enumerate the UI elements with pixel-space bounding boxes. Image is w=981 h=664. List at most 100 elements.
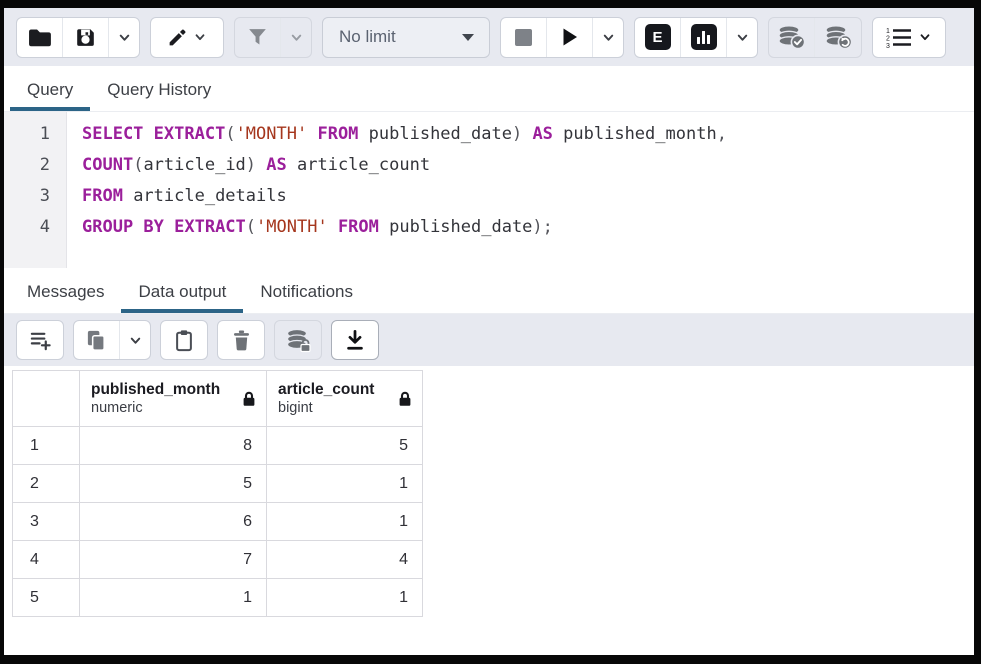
explain-button-group: E	[634, 17, 758, 58]
column-header-published-month[interactable]: published_month numeric	[80, 371, 267, 427]
data-cell[interactable]: 5	[80, 465, 267, 503]
tab-messages[interactable]: Messages	[10, 268, 121, 313]
code-area[interactable]: 1SELECT EXTRACT('MONTH' FROM published_d…	[4, 112, 974, 243]
query-tool-window: No limit E	[4, 8, 974, 655]
chevron-down-icon	[128, 333, 143, 348]
tab-data-output[interactable]: Data output	[121, 268, 243, 313]
data-cell[interactable]: 8	[80, 427, 267, 465]
chevron-down-icon	[735, 30, 750, 45]
numbered-list-icon: 1 2 3	[886, 26, 913, 48]
svg-text:2: 2	[886, 36, 890, 43]
trash-icon	[231, 329, 252, 352]
database-lock-icon	[285, 328, 312, 353]
lock-icon	[398, 391, 412, 407]
row-limit-dropdown[interactable]: No limit	[322, 17, 490, 58]
commit-button[interactable]	[769, 18, 815, 57]
data-cell[interactable]: 1	[267, 465, 423, 503]
query-tabbar: Query Query History	[4, 66, 974, 112]
save-icon	[75, 27, 96, 48]
data-cell[interactable]: 1	[267, 579, 423, 617]
svg-text:1: 1	[886, 28, 890, 35]
data-cell[interactable]: 1	[267, 503, 423, 541]
code-text: SELECT EXTRACT('MONTH' FROM published_da…	[66, 119, 727, 150]
row-number-cell[interactable]: 1	[13, 427, 80, 465]
column-header-article-count[interactable]: article_count bigint	[267, 371, 423, 427]
result-table: published_month numeric	[12, 370, 423, 617]
row-number-cell[interactable]: 5	[13, 579, 80, 617]
execute-button-group	[500, 17, 624, 58]
download-icon	[344, 329, 366, 352]
svg-text:3: 3	[886, 43, 890, 48]
add-row-button[interactable]	[17, 321, 63, 359]
execute-button[interactable]	[547, 18, 593, 57]
tab-query-history[interactable]: Query History	[90, 66, 228, 111]
query-toolbar: No limit E	[4, 8, 974, 66]
data-cell[interactable]: 4	[267, 541, 423, 579]
open-file-button[interactable]	[17, 18, 63, 57]
explain-options-button[interactable]	[727, 18, 757, 57]
copy-options-button[interactable]	[120, 321, 150, 359]
code-line[interactable]: 3FROM article_details	[4, 181, 974, 212]
data-cell[interactable]: 1	[80, 579, 267, 617]
edit-button[interactable]	[151, 18, 223, 57]
table-row: 185	[13, 427, 423, 465]
data-cell[interactable]: 5	[267, 427, 423, 465]
table-row: 361	[13, 503, 423, 541]
delete-button[interactable]	[218, 321, 264, 359]
sql-editor[interactable]: 1SELECT EXTRACT('MONTH' FROM published_d…	[4, 112, 974, 268]
save-data-group	[274, 320, 322, 360]
commit-icon	[777, 24, 806, 50]
code-text: FROM article_details	[66, 181, 287, 212]
header-row: published_month numeric	[13, 371, 423, 427]
row-number-cell[interactable]: 3	[13, 503, 80, 541]
line-number: 3	[4, 181, 66, 212]
file-button-group	[16, 17, 140, 58]
row-number-cell[interactable]: 4	[13, 541, 80, 579]
data-cell[interactable]: 7	[80, 541, 267, 579]
paste-button[interactable]	[161, 321, 207, 359]
code-line[interactable]: 2COUNT(article_id) AS article_count	[4, 150, 974, 181]
add-row-icon	[29, 329, 52, 352]
code-line[interactable]: 1SELECT EXTRACT('MONTH' FROM published_d…	[4, 119, 974, 150]
explain-analyze-icon	[691, 24, 717, 50]
code-text: GROUP BY EXTRACT('MONTH' FROM published_…	[66, 212, 553, 243]
chevron-down-icon	[117, 30, 132, 45]
tab-query[interactable]: Query	[10, 66, 90, 111]
code-line[interactable]: 4GROUP BY EXTRACT('MONTH' FROM published…	[4, 212, 974, 243]
macro-button-group: 1 2 3	[872, 17, 946, 58]
save-options-button[interactable]	[109, 18, 139, 57]
table-row: 474	[13, 541, 423, 579]
stop-button[interactable]	[501, 18, 547, 57]
dropdown-caret-icon	[462, 34, 474, 41]
explain-analyze-button[interactable]	[681, 18, 727, 57]
data-output-toolbar	[4, 314, 974, 366]
filter-options-button[interactable]	[281, 18, 311, 57]
macros-button[interactable]: 1 2 3	[873, 18, 945, 57]
save-button[interactable]	[63, 18, 109, 57]
column-type: bigint	[278, 399, 374, 417]
row-number-header	[13, 371, 80, 427]
grid-body: 185251361474511	[13, 427, 423, 617]
code-text: COUNT(article_id) AS article_count	[66, 150, 430, 181]
rollback-button[interactable]	[815, 18, 861, 57]
copy-icon	[85, 329, 108, 352]
download-csv-button[interactable]	[332, 321, 378, 359]
edit-button-group	[150, 17, 224, 58]
tab-notifications[interactable]: Notifications	[243, 268, 370, 313]
filter-button[interactable]	[235, 18, 281, 57]
line-number: 1	[4, 119, 66, 150]
data-cell[interactable]: 6	[80, 503, 267, 541]
save-data-changes-button[interactable]	[275, 321, 321, 359]
add-row-group	[16, 320, 64, 360]
filter-icon	[247, 27, 268, 47]
chevron-down-icon	[193, 30, 207, 44]
stop-icon	[515, 29, 532, 46]
copy-button[interactable]	[74, 321, 120, 359]
explain-button[interactable]: E	[635, 18, 681, 57]
data-output-panel: published_month numeric	[4, 366, 974, 655]
row-number-cell[interactable]: 2	[13, 465, 80, 503]
execute-options-button[interactable]	[593, 18, 623, 57]
line-number: 4	[4, 212, 66, 243]
delete-group	[217, 320, 265, 360]
result-tabbar: Messages Data output Notifications	[4, 268, 974, 314]
